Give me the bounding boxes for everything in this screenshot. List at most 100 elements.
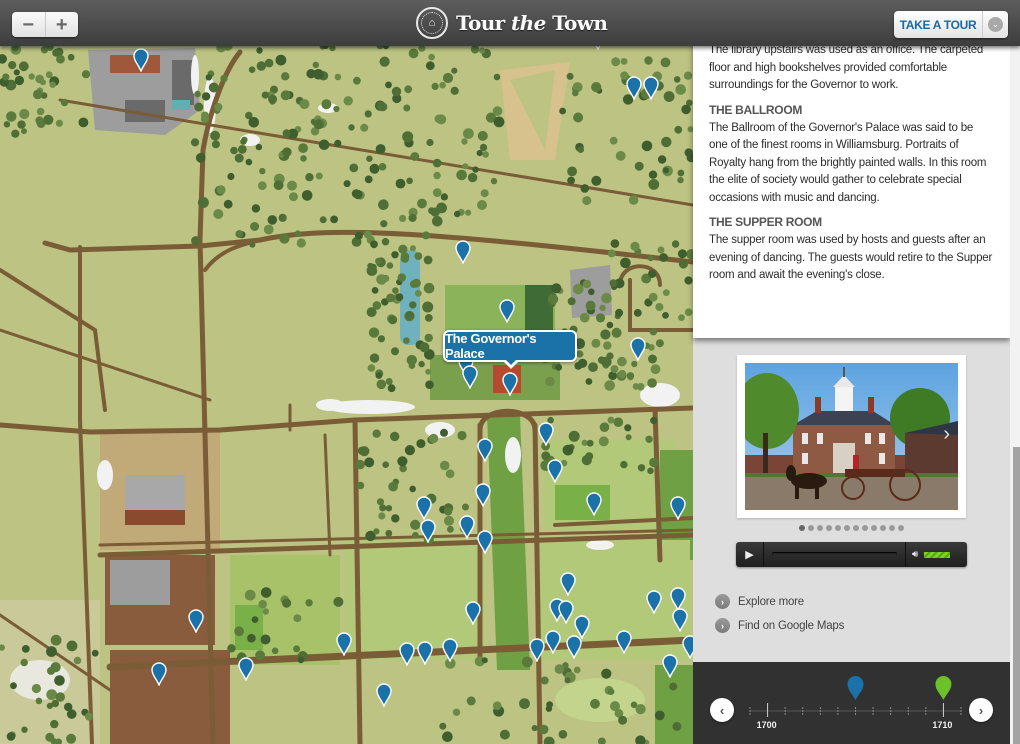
map-marker-pin[interactable]: [626, 76, 642, 100]
gallery-photo[interactable]: ›: [745, 363, 958, 510]
map-marker-pin[interactable]: [560, 572, 576, 596]
map-tree: [364, 175, 373, 184]
map-tree: [273, 180, 284, 191]
map-tree: [366, 155, 373, 162]
map-tree: [260, 634, 271, 645]
town-map[interactable]: The Governor's Palace: [0, 0, 693, 744]
map-marker-pin[interactable]: [529, 638, 545, 662]
map-marker-pin[interactable]: [643, 76, 659, 100]
map-tree: [433, 171, 441, 180]
map-tree: [195, 153, 206, 163]
map-marker-pin[interactable]: [646, 590, 662, 614]
map-marker-pin[interactable]: [455, 240, 471, 264]
map-marker-pin[interactable]: [586, 492, 602, 516]
map-tree: [418, 360, 425, 368]
gallery-dot[interactable]: [862, 525, 868, 531]
map-marker-pin[interactable]: [459, 515, 475, 539]
map-marker-pin[interactable]: [502, 372, 518, 396]
map-tree: [607, 688, 615, 695]
map-marker-pin[interactable]: [672, 608, 688, 632]
tour-dropdown-toggle[interactable]: ⌄: [982, 11, 1008, 38]
gallery-dot[interactable]: [880, 525, 886, 531]
gallery-dot[interactable]: [889, 525, 895, 531]
gallery-dot[interactable]: [826, 525, 832, 531]
map-tree: [684, 276, 693, 285]
take-a-tour-button[interactable]: TAKE A TOUR ⌄: [894, 11, 1008, 38]
map-tree: [662, 312, 669, 319]
map-tree: [599, 422, 610, 433]
map-marker-pin[interactable]: [442, 638, 458, 662]
map-marker-pin[interactable]: [662, 654, 678, 678]
play-icon[interactable]: ▶: [736, 542, 764, 567]
map-marker-pin[interactable]: [545, 630, 561, 654]
map-tree: [419, 342, 430, 353]
map-marker-pin[interactable]: [682, 635, 693, 659]
location-callout[interactable]: The Governor's Palace: [443, 330, 577, 369]
map-marker-pin[interactable]: [417, 641, 433, 665]
green-era-marker[interactable]: [935, 676, 952, 700]
audio-progress-bar[interactable]: [772, 552, 897, 557]
map-marker-pin[interactable]: [630, 337, 646, 361]
gallery-dot[interactable]: [808, 525, 814, 531]
map-marker-pin[interactable]: [499, 299, 515, 323]
map-marker-pin[interactable]: [477, 438, 493, 462]
map-marker-pin[interactable]: [376, 683, 392, 707]
map-tree: [313, 69, 324, 80]
map-tree: [625, 434, 632, 441]
map-marker-pin[interactable]: [547, 459, 563, 483]
gallery-dot[interactable]: [835, 525, 841, 531]
chevron-right-icon[interactable]: ›: [943, 423, 950, 446]
map-marker-pin[interactable]: [475, 483, 491, 507]
map-marker-pin[interactable]: [566, 635, 582, 659]
gallery-dot[interactable]: [871, 525, 877, 531]
map-tree: [586, 439, 594, 447]
map-tree: [78, 117, 89, 128]
map-marker-pin[interactable]: [477, 530, 493, 554]
map-tree: [574, 362, 583, 370]
map-tree: [669, 682, 678, 691]
map-tree: [648, 179, 660, 190]
panel-scrollbar-thumb[interactable]: [1013, 447, 1020, 744]
gallery-dot[interactable]: [898, 525, 904, 531]
map-marker-pin[interactable]: [151, 662, 167, 686]
map-tree: [439, 722, 447, 730]
explore-more-link[interactable]: › Explore more: [715, 594, 804, 609]
chevron-left-icon[interactable]: ‹: [710, 698, 734, 722]
map-marker-pin[interactable]: [188, 609, 204, 633]
map-marker-pin[interactable]: [399, 642, 415, 666]
map-marker-pin[interactable]: [465, 601, 481, 625]
volume-slider[interactable]: [924, 551, 951, 558]
map-marker-pin[interactable]: [336, 632, 352, 656]
map-marker-pin[interactable]: [616, 630, 632, 654]
google-maps-link[interactable]: › Find on Google Maps: [715, 618, 844, 633]
map-marker-pin[interactable]: [538, 422, 554, 446]
gallery-dot[interactable]: [799, 525, 805, 531]
map-tree: [240, 138, 247, 145]
chevron-right-icon[interactable]: ›: [969, 698, 993, 722]
map-marker-pin[interactable]: [558, 600, 574, 624]
gallery-dot[interactable]: [817, 525, 823, 531]
gallery-dot[interactable]: [844, 525, 850, 531]
map-tree: [201, 92, 211, 101]
map-tree: [260, 587, 272, 598]
map-tree: [439, 81, 446, 89]
map-tree: [21, 645, 30, 653]
gallery-dot[interactable]: [853, 525, 859, 531]
map-tree: [649, 328, 658, 336]
map-marker-pin[interactable]: [416, 496, 432, 520]
map-marker-pin[interactable]: [462, 365, 478, 389]
blue-era-marker[interactable]: [847, 676, 864, 700]
zoom-out-button[interactable]: −: [12, 12, 45, 37]
timeline-track[interactable]: [693, 662, 1010, 744]
map-tree: [547, 294, 559, 305]
map-tree: [227, 644, 236, 653]
map-marker-pin[interactable]: [238, 657, 254, 681]
speaker-icon[interactable]: 🔊︎: [912, 549, 918, 560]
map-marker-pin[interactable]: [133, 48, 149, 72]
map-tree: [672, 721, 682, 731]
map-marker-pin[interactable]: [420, 519, 436, 543]
map-tree: [580, 184, 590, 193]
map-marker-pin[interactable]: [670, 496, 686, 520]
zoom-in-button[interactable]: +: [44, 12, 79, 37]
map-tree: [482, 151, 490, 158]
